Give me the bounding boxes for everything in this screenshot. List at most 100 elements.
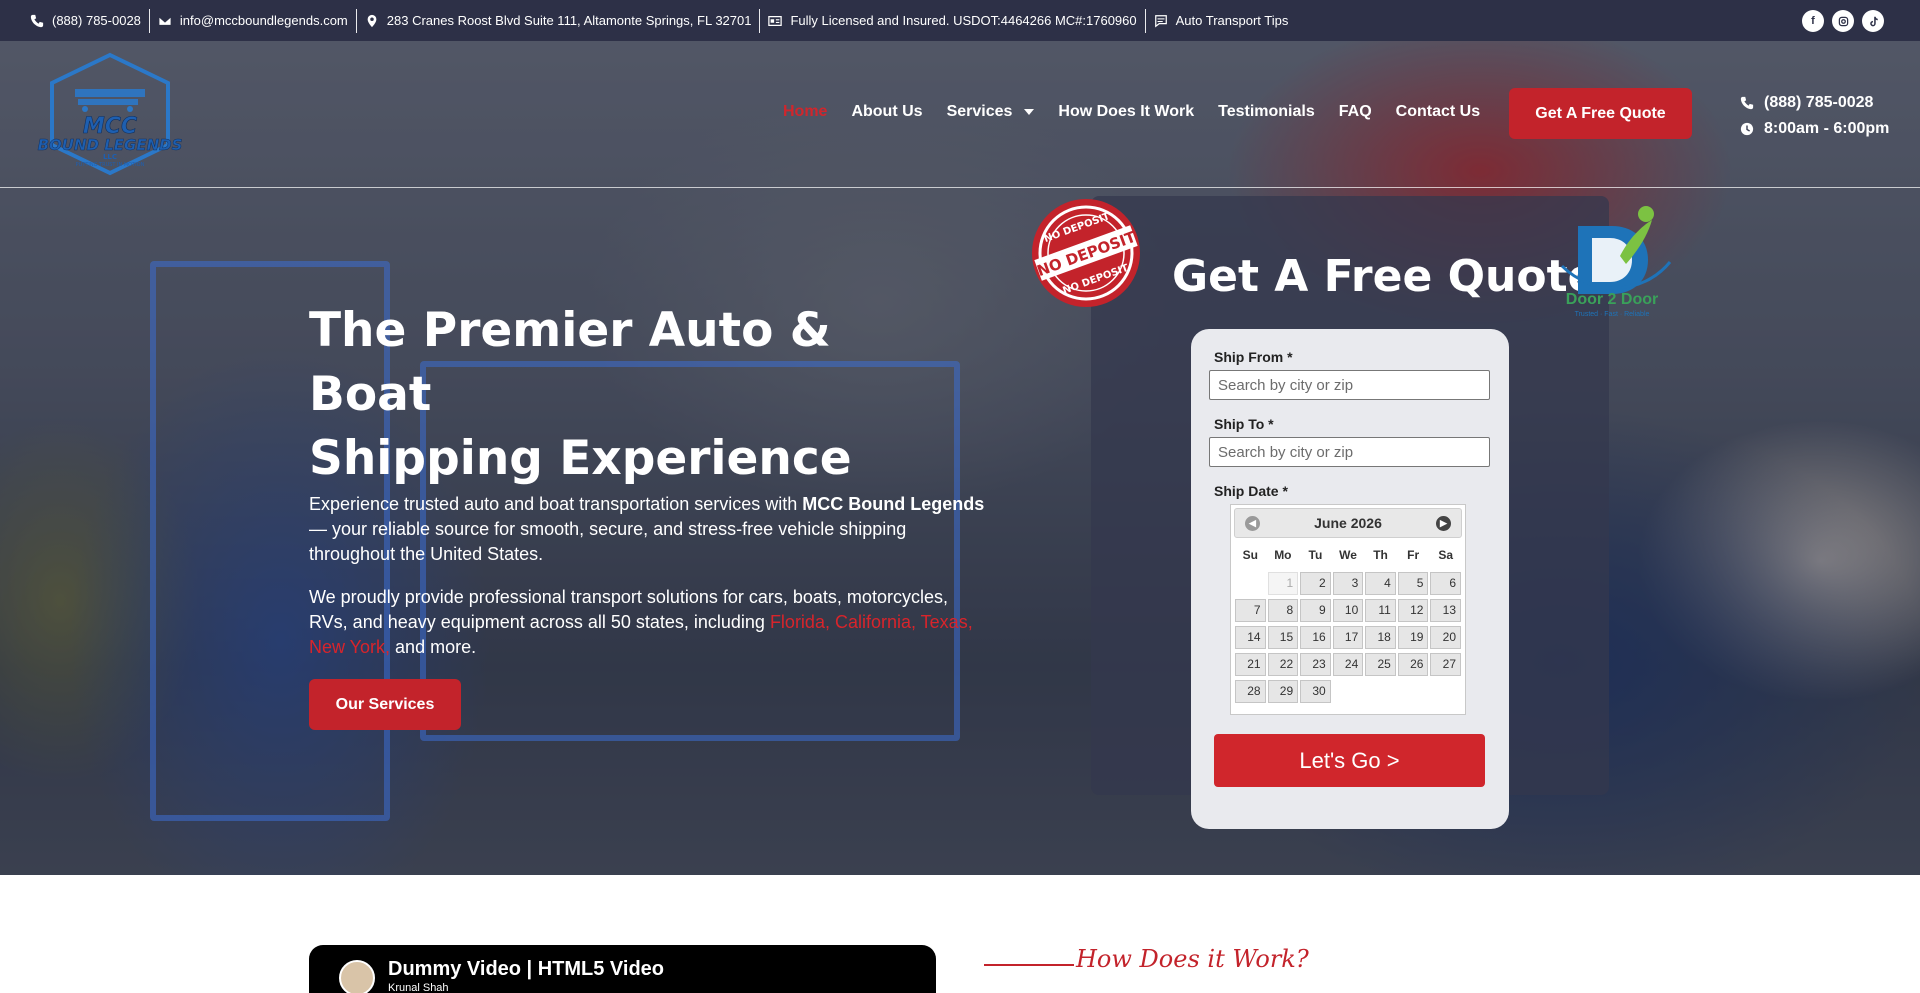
calendar-month: June 2026 — [1314, 515, 1382, 531]
nav-item-services-label: Services — [946, 103, 1013, 120]
nav-item-services[interactable]: Services — [947, 103, 1035, 121]
hero-intro-brand: MCC Bound Legends — [802, 494, 985, 514]
avatar — [339, 960, 375, 993]
map-pin-icon — [365, 14, 379, 28]
calendar-day[interactable]: 2 — [1300, 572, 1331, 595]
calendar-day[interactable]: 22 — [1267, 653, 1299, 676]
topbar-tips-link[interactable]: Auto Transport Tips — [1154, 10, 1297, 32]
quote-form-card: Ship From * Search by city or zip Ship T… — [1191, 329, 1509, 829]
calendar-day[interactable]: 6 — [1430, 572, 1461, 595]
nav-item-testimonials[interactable]: Testimonials — [1218, 103, 1315, 121]
comment-icon — [1154, 14, 1168, 28]
calendar-day[interactable]: 11 — [1365, 599, 1396, 622]
calendar-day: 1 — [1267, 572, 1299, 595]
calendar-day[interactable]: 16 — [1300, 626, 1331, 649]
calendar-day[interactable]: 25 — [1365, 653, 1396, 676]
logo-line3: LLC — [103, 153, 117, 161]
chevron-right-icon[interactable]: ▶ — [1436, 516, 1451, 531]
phone-icon — [30, 14, 44, 28]
hero-title-line1: The Premier Auto & Boat — [309, 303, 831, 422]
weekday-label: Th — [1373, 548, 1388, 562]
lets-go-button[interactable]: Let's Go > — [1214, 734, 1485, 787]
calendar-day[interactable]: 26 — [1397, 653, 1429, 676]
calendar-day[interactable]: 28 — [1235, 680, 1266, 703]
video-player[interactable]: Dummy Video | HTML5 Video Krunal Shah — [309, 945, 936, 993]
topbar-phone[interactable]: (888) 785-0028 — [30, 10, 149, 32]
nav-item-faq[interactable]: FAQ — [1339, 103, 1372, 121]
our-services-button[interactable]: Our Services — [309, 679, 461, 730]
calendar-day[interactable]: 29 — [1267, 680, 1299, 703]
hero-title-line2: Shipping Experience — [309, 431, 852, 486]
hero-intro-text: Experience trusted auto and boat transpo… — [309, 494, 803, 514]
topbar-license: Fully Licensed and Insured. USDOT:446426… — [768, 10, 1144, 32]
ship-to-input[interactable]: Search by city or zip — [1209, 437, 1490, 467]
social-links: f — [1802, 10, 1884, 32]
calendar-day[interactable]: 13 — [1430, 599, 1461, 622]
clock-icon — [1740, 122, 1754, 136]
nav-item-home[interactable]: Home — [783, 103, 827, 121]
calendar-day[interactable]: 5 — [1397, 572, 1429, 595]
section-heading-line — [984, 964, 1074, 966]
topbar-phone-text[interactable]: (888) 785-0028 — [52, 13, 141, 28]
instagram-icon[interactable] — [1832, 10, 1854, 32]
site-logo[interactable]: MCC BOUND LEGENDS LLC PUTTING TRUST IN M… — [30, 49, 190, 179]
calendar-day[interactable]: 24 — [1332, 653, 1364, 676]
calendar-day[interactable]: 8 — [1267, 599, 1299, 622]
facebook-icon[interactable]: f — [1802, 10, 1824, 32]
calendar-day[interactable]: 20 — [1430, 626, 1461, 649]
date-picker: ◀ June 2026 ▶ Su Mo Tu We Th Fr Sa 1 2 3 4 5 6 7 8 9 10… — [1230, 504, 1466, 715]
nav-item-about-us[interactable]: About Us — [851, 103, 922, 121]
calendar-day[interactable]: 9 — [1300, 599, 1331, 622]
chevron-left-icon[interactable]: ◀ — [1245, 516, 1260, 531]
header-quote-button[interactable]: Get A Free Quote — [1509, 88, 1692, 139]
nav-item-contact-us[interactable]: Contact Us — [1396, 103, 1480, 121]
video-author[interactable]: Krunal Shah — [388, 982, 449, 993]
topbar-address[interactable]: 283 Cranes Roost Blvd Suite 111, Altamon… — [365, 10, 760, 32]
calendar-day[interactable]: 12 — [1397, 599, 1429, 622]
header-contact: (888) 785-0028 8:00am - 6:00pm — [1740, 90, 1889, 142]
phone-icon — [1740, 96, 1754, 110]
video-title[interactable]: Dummy Video | HTML5 Video — [388, 958, 664, 981]
hero-title: The Premier Auto & Boat Shipping Experie… — [309, 299, 949, 491]
calendar-day[interactable]: 4 — [1365, 572, 1396, 595]
calendar-day[interactable]: 10 — [1332, 599, 1364, 622]
calendar-day[interactable]: 18 — [1365, 626, 1396, 649]
door-2-door-logo: Door 2 Door Trusted · Fast · Reliable — [1560, 206, 1672, 318]
header-divider — [0, 187, 1920, 188]
ship-to-label: Ship To * — [1214, 416, 1274, 432]
calendar-day[interactable]: 19 — [1397, 626, 1429, 649]
topbar-email[interactable]: info@mccboundlegends.com — [158, 10, 356, 32]
weekday-label: Sa — [1438, 548, 1454, 562]
calendar-day[interactable]: 3 — [1332, 572, 1364, 595]
nav-item-how-it-works[interactable]: How Does It Work — [1058, 103, 1194, 121]
calendar-day[interactable]: 27 — [1430, 653, 1461, 676]
topbar-email-text[interactable]: info@mccboundlegends.com — [180, 13, 348, 28]
ship-from-input[interactable]: Search by city or zip — [1209, 370, 1490, 400]
calendar-day[interactable]: 17 — [1332, 626, 1364, 649]
weekday-label: Tu — [1308, 548, 1323, 562]
topbar-license-text: Fully Licensed and Insured. USDOT:446426… — [790, 13, 1137, 28]
calendar-day[interactable]: 14 — [1235, 626, 1266, 649]
ship-from-label: Ship From * — [1214, 349, 1293, 365]
topbar-divider — [1144, 8, 1146, 33]
topbar-divider — [148, 8, 150, 33]
calendar-day[interactable]: 23 — [1300, 653, 1331, 676]
main-nav: Home About Us Services How Does It Work … — [783, 103, 1480, 121]
header-phone-text[interactable]: (888) 785-0028 — [1764, 94, 1873, 112]
weekday-label: Su — [1242, 548, 1258, 562]
hero-intro: Experience trusted auto and boat transpo… — [309, 492, 989, 567]
topbar-address-text[interactable]: 283 Cranes Roost Blvd Suite 111, Altamon… — [387, 13, 752, 28]
calendar-day[interactable]: 21 — [1235, 653, 1266, 676]
how-it-works-heading: How Does it Work? — [1076, 945, 1309, 973]
tiktok-icon[interactable] — [1862, 10, 1884, 32]
header-phone[interactable]: (888) 785-0028 — [1740, 90, 1889, 116]
logo-line2: BOUND LEGENDS — [38, 136, 183, 154]
hero-intro-text-end: — your reliable source for smooth, secur… — [309, 519, 907, 564]
topbar-tips-text[interactable]: Auto Transport Tips — [1176, 13, 1289, 28]
calendar-day[interactable]: 15 — [1267, 626, 1299, 649]
envelope-icon — [158, 14, 172, 28]
weekday-label: Mo — [1274, 548, 1292, 562]
calendar-day[interactable]: 30 — [1300, 680, 1331, 703]
weekday-label: Fr — [1407, 548, 1420, 562]
calendar-day[interactable]: 7 — [1235, 599, 1266, 622]
